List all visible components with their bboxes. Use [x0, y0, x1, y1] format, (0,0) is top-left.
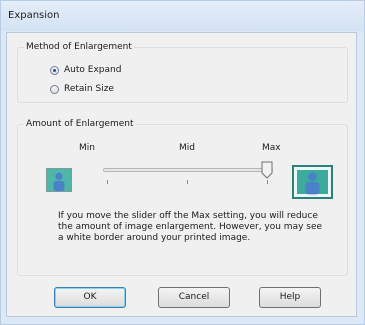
window-title: Expansion [8, 10, 60, 21]
title-bar[interactable]: Expansion [1, 1, 364, 31]
slider-thumb-icon[interactable] [261, 161, 273, 179]
auto-expand-radio[interactable]: Auto Expand [50, 65, 121, 75]
cancel-button[interactable]: Cancel [158, 287, 230, 308]
amount-group-label: Amount of Enlargement [24, 118, 136, 130]
slider-mid-label: Mid [179, 143, 195, 153]
slider-track[interactable] [103, 168, 273, 172]
method-group-label: Method of Enlargement [24, 41, 134, 53]
auto-expand-label: Auto Expand [64, 65, 122, 75]
radio-unchecked-icon [50, 84, 59, 94]
ok-button[interactable]: OK [54, 287, 126, 308]
method-of-enlargement-group: Method of Enlargement [17, 41, 348, 103]
person-large-icon [305, 172, 320, 195]
retain-size-radio[interactable]: Retain Size [50, 84, 114, 94]
slider-tick [187, 180, 188, 184]
slider-max-label: Max [262, 143, 281, 153]
retain-size-label: Retain Size [64, 84, 114, 94]
slider-min-label: Min [79, 143, 95, 153]
radio-checked-icon [50, 65, 59, 75]
large-preview-image [292, 165, 333, 199]
small-preview-image [46, 168, 72, 192]
help-button[interactable]: Help [259, 287, 321, 308]
enlargement-description: If you move the slider off the Max setti… [58, 211, 323, 243]
slider-tick [107, 180, 108, 184]
person-small-icon [53, 172, 65, 191]
slider-tick [267, 180, 268, 184]
